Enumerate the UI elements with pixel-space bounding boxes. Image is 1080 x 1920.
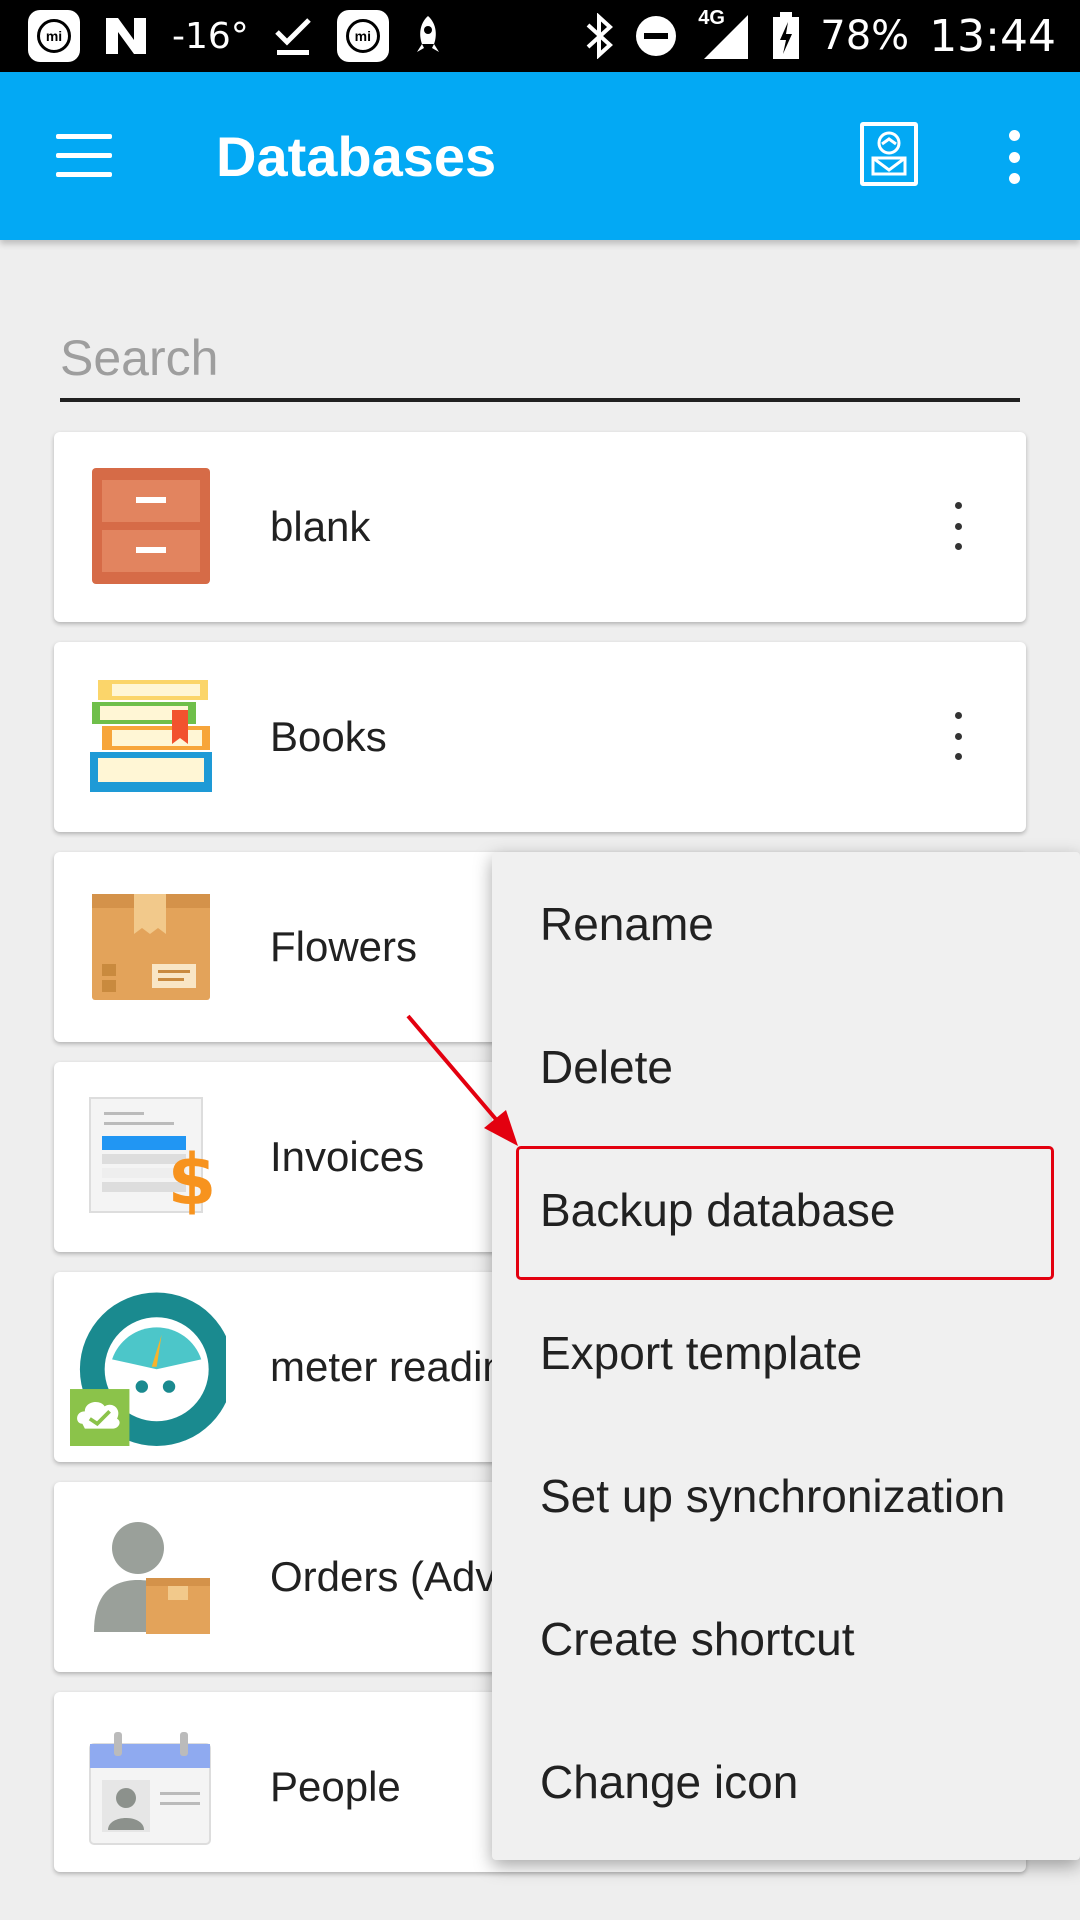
menu-item-change-icon[interactable]: Change icon bbox=[540, 1710, 798, 1853]
invoice-icon: $ bbox=[89, 1097, 214, 1218]
highlight-box bbox=[516, 1146, 1054, 1280]
cell-signal: 4G bbox=[698, 7, 752, 61]
books-icon bbox=[90, 680, 212, 792]
search-input[interactable] bbox=[60, 318, 1020, 402]
battery-charging-icon bbox=[773, 12, 800, 59]
mi-app-icon-2: mi bbox=[336, 10, 389, 62]
menu-item-rename[interactable]: Rename bbox=[540, 852, 714, 995]
clock-text: 13:44 bbox=[929, 10, 1056, 62]
meter-icon bbox=[70, 1292, 226, 1446]
svg-text:$: $ bbox=[168, 1139, 214, 1218]
database-label: Invoices bbox=[270, 1133, 425, 1180]
bluetooth-icon bbox=[586, 13, 614, 59]
page-title: Databases bbox=[216, 125, 497, 188]
item-more-icon[interactable] bbox=[950, 502, 966, 550]
database-label: Books bbox=[270, 713, 387, 760]
database-item-blank[interactable]: blank bbox=[54, 432, 1026, 622]
status-bar-system: 4G 78% 13:44 bbox=[584, 0, 1056, 72]
database-label: Orders (Adv bbox=[270, 1553, 497, 1600]
cabinet-icon bbox=[92, 468, 210, 584]
download-done-icon bbox=[275, 18, 311, 55]
database-item-books[interactable]: Books bbox=[54, 642, 1026, 832]
item-more-icon[interactable] bbox=[950, 712, 966, 760]
database-label: Flowers bbox=[270, 923, 418, 970]
backup-device-icon[interactable] bbox=[860, 122, 918, 186]
n-logo-icon bbox=[106, 18, 146, 54]
database-label: meter readin bbox=[270, 1343, 506, 1390]
database-label: People bbox=[270, 1763, 401, 1810]
context-menu: Rename Delete Backup database Export tem… bbox=[492, 852, 1080, 1860]
rocket-icon bbox=[416, 16, 439, 52]
menu-item-set-up-synchronization[interactable]: Set up synchronization bbox=[540, 1424, 1005, 1567]
orders-icon bbox=[94, 1522, 210, 1634]
more-vert-icon[interactable] bbox=[1000, 130, 1028, 184]
temperature-text: -16° bbox=[172, 15, 249, 57]
signal-icon bbox=[704, 15, 749, 59]
mi-app-icon: mi bbox=[28, 10, 80, 62]
status-bar: mi -16° mi 4G 78% 13:44 bbox=[0, 0, 1080, 72]
database-label: blank bbox=[270, 503, 371, 550]
box-icon bbox=[92, 894, 210, 1000]
menu-item-export-template[interactable]: Export template bbox=[540, 1281, 862, 1424]
menu-item-create-shortcut[interactable]: Create shortcut bbox=[540, 1567, 854, 1710]
menu-item-delete[interactable]: Delete bbox=[540, 995, 673, 1138]
hamburger-menu-icon[interactable] bbox=[56, 134, 112, 178]
app-bar: Databases bbox=[0, 72, 1080, 240]
status-bar-notifications: mi -16° mi bbox=[28, 0, 443, 72]
contact-card-icon bbox=[89, 1732, 211, 1845]
do-not-disturb-icon bbox=[636, 16, 677, 56]
battery-percent-text: 78% bbox=[820, 13, 910, 59]
